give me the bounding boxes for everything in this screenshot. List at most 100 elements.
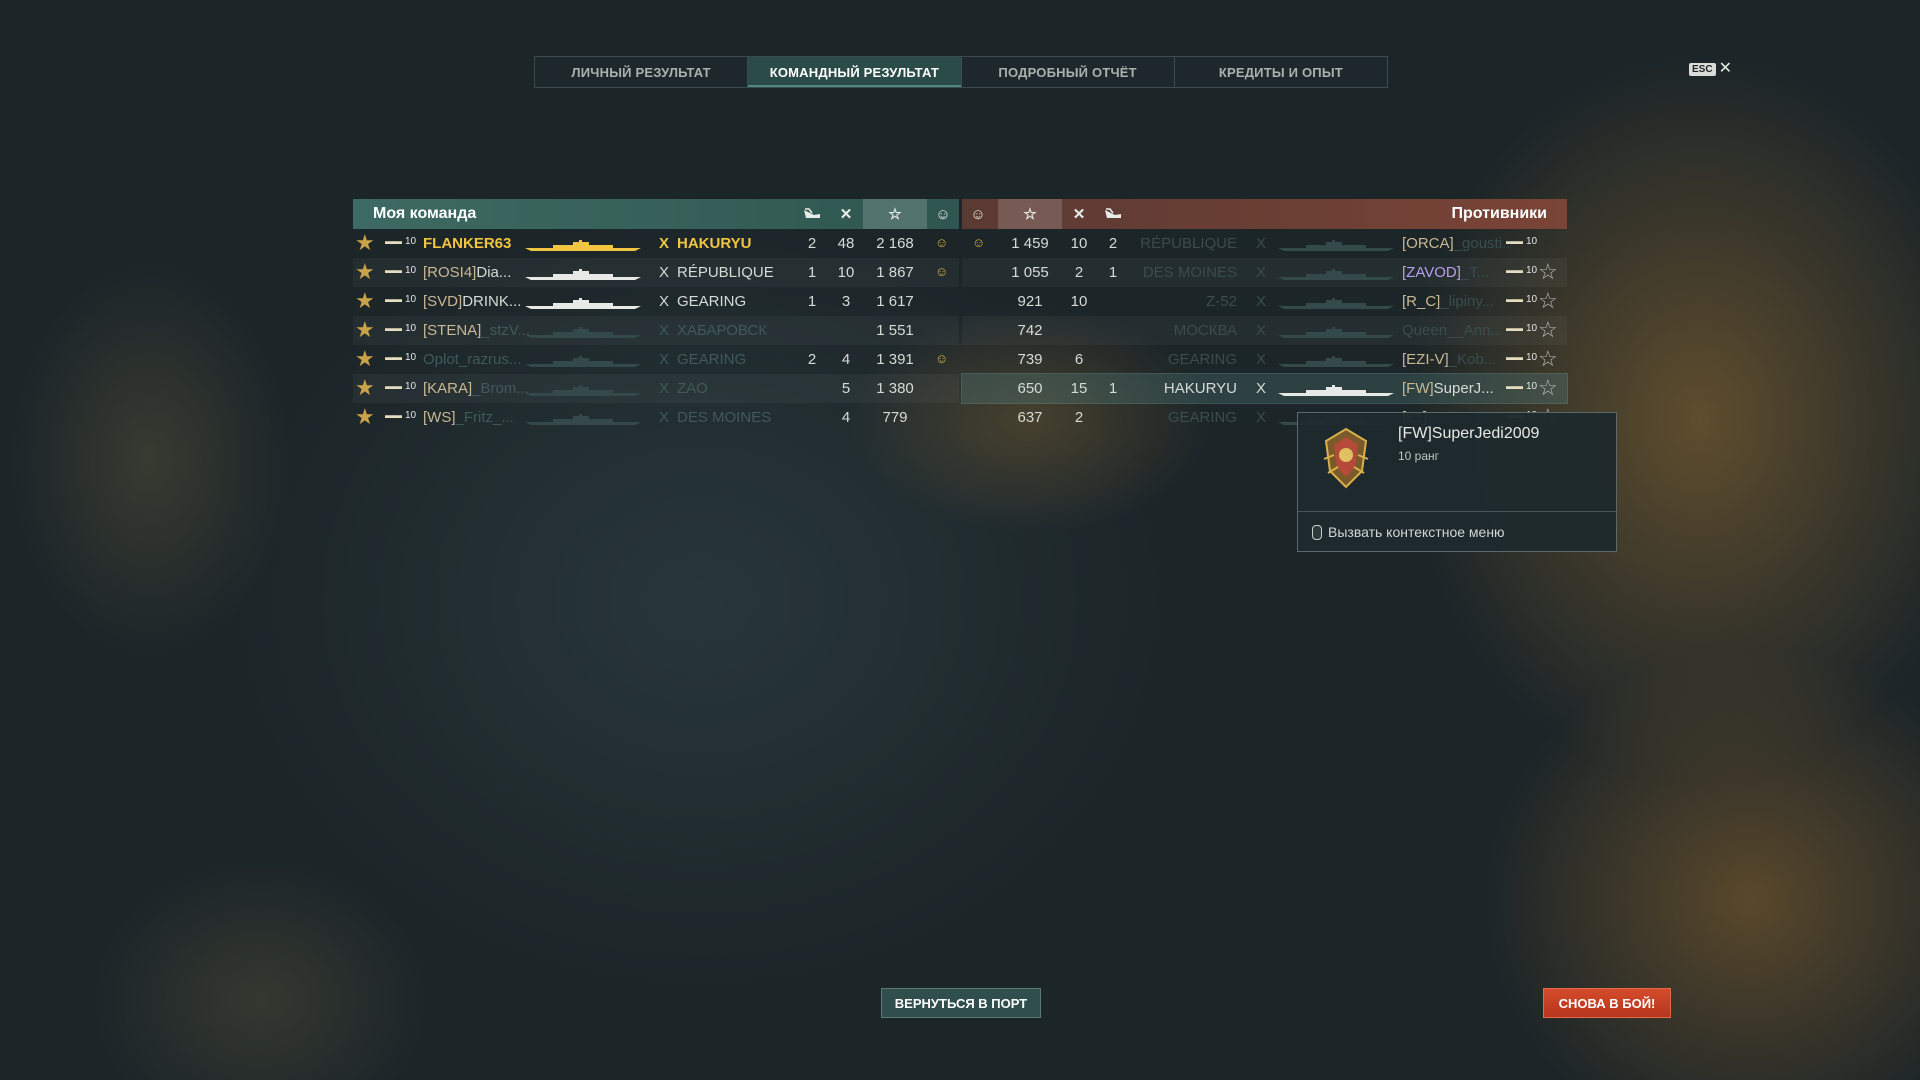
kills-value: 4 <box>841 409 851 426</box>
table-row[interactable]: ★ ▬▬ 10 [WS]_Fritz_... X DES MOINES 4 779 <box>353 403 959 432</box>
tier-badge: ▬▬10 <box>1506 294 1538 305</box>
ship-silhouette-icon <box>523 239 643 251</box>
ship-tier-x: X <box>1256 235 1267 252</box>
kills-value: 5 <box>841 380 851 397</box>
ship-tier-x: X <box>1256 293 1267 310</box>
table-row[interactable]: 1 055 2 1 DES MOINES X [ZAVOD]_T... ▬▬ 10 ☆ <box>962 258 1567 287</box>
ship-silhouette-icon <box>1276 268 1396 280</box>
table-row[interactable]: ☺ 1 459 10 2 RÉPUBLIQUE X [ORCA]_gousti... ▬▬ 10 <box>962 229 1567 258</box>
clan-tag: [FW] <box>1402 380 1434 397</box>
ship-silhouette-icon <box>1276 239 1396 251</box>
kills-icon[interactable]: ✕ <box>1062 199 1096 229</box>
kills-value: 10 <box>1070 235 1088 252</box>
ship-name: МОСКВА <box>1173 322 1237 339</box>
star-icon[interactable]: ☆ <box>998 199 1062 229</box>
player-nick: DRINK... <box>462 293 522 310</box>
player-name[interactable]: [KARA]_Brom... <box>423 380 529 397</box>
player-name[interactable]: [SVD]DRINK... <box>423 293 521 310</box>
rank-star-empty-icon: ☆ <box>1538 346 1558 371</box>
table-row[interactable]: 650 15 1 HAKURYU X [FW]SuperJ... ▬▬ 10 ☆ <box>961 373 1568 404</box>
tier-badge: ▬▬10 <box>385 381 417 392</box>
table-row[interactable]: ★ ▬▬ 10 [SVD]DRINK... X GEARING 1 3 1 617 <box>353 287 959 316</box>
table-row[interactable]: ★ ▬▬ 10 [STENA]_stzV... X ХАБАРОВСК 1 551 <box>353 316 959 345</box>
ship-silhouette-icon <box>1276 326 1396 338</box>
my-team-panel: Моя команда ✕ ☆ ☺ ★ ▬▬ 10 FLANKER63 X HAKURYU… <box>353 199 959 431</box>
player-name[interactable]: [ROSI4]Dia... <box>423 264 511 281</box>
kills-icon[interactable]: ✕ <box>829 199 863 229</box>
tier-badge: ▬▬10 <box>385 265 417 276</box>
close-button[interactable]: ESC ✕ <box>1689 61 1732 77</box>
table-row[interactable]: 739 6 GEARING X [EZI-V]_Kob... ▬▬ 10 ☆ <box>962 345 1567 374</box>
planes-shot-value: 1 <box>807 293 817 310</box>
planes-shot-value: 2 <box>1108 235 1118 252</box>
player-name[interactable]: [EZI-V]_Kob... <box>1402 351 1496 368</box>
clan-tag: [STENA] <box>423 322 482 339</box>
medal-icon: ☺ <box>935 235 949 250</box>
player-nick: SuperJ... <box>1433 380 1494 397</box>
tab-personal-result[interactable]: ЛИЧНЫЙ РЕЗУЛЬТАТ <box>535 57 749 87</box>
tooltip-hint: Вызвать контекстное меню <box>1312 524 1505 540</box>
player-name[interactable]: [ORCA]_gousti... <box>1402 235 1512 252</box>
ship-tier-x: X <box>1256 409 1267 426</box>
planes-shot-value: 1 <box>1108 380 1118 397</box>
battle-again-button[interactable]: СНОВА В БОЙ! <box>1543 988 1671 1018</box>
score-value: 1 055 <box>1011 264 1049 281</box>
tooltip-player-name: [FW]SuperJedi2009 <box>1398 425 1540 442</box>
kills-value: 2 <box>1074 264 1084 281</box>
tier-value: 10 <box>405 381 417 392</box>
player-nick: _Brom... <box>472 380 529 397</box>
rank-star-icon: ★ <box>355 375 375 400</box>
medal-icon[interactable]: ☺ <box>962 199 994 229</box>
table-row[interactable]: ★ ▬▬ 10 Oplot_razrus... X GEARING 2 4 1 391 ☺ <box>353 345 959 374</box>
tier-value: 10 <box>1526 352 1538 363</box>
tab-team-result[interactable]: КОМАНДНЫЙ РЕЗУЛЬТАТ <box>748 57 962 87</box>
clan-tag: [WS] <box>423 409 456 426</box>
clan-tag: [ORCA] <box>1402 235 1454 252</box>
score-value: 1 459 <box>1011 235 1049 252</box>
score-value: 1 617 <box>876 293 914 310</box>
planes-shot-icon[interactable] <box>1096 199 1130 229</box>
tier-value: 10 <box>1526 294 1538 305</box>
player-name[interactable]: [FW]SuperJ... <box>1402 380 1494 397</box>
table-row[interactable]: ★ ▬▬ 10 [KARA]_Brom... X ZAO 5 1 380 <box>353 374 959 403</box>
player-name[interactable]: Oplot_razrus... <box>423 351 521 368</box>
player-name[interactable]: Queen__Ann... <box>1402 322 1503 339</box>
medal-icon[interactable]: ☺ <box>927 199 959 229</box>
clan-tag: [SVD] <box>423 293 463 310</box>
ship-name: RÉPUBLIQUE <box>1140 235 1237 252</box>
score-value: 742 <box>1017 322 1043 339</box>
player-name[interactable]: [STENA]_stzV... <box>423 322 530 339</box>
ship-tier-x: X <box>1256 264 1267 281</box>
player-nick: _Kob... <box>1448 351 1497 368</box>
tier-value: 10 <box>1526 236 1538 247</box>
star-icon[interactable]: ☆ <box>863 199 927 229</box>
ship-silhouette-icon <box>1276 384 1396 396</box>
player-name[interactable]: FLANKER63 <box>423 235 511 252</box>
tier-value: 10 <box>1526 381 1538 392</box>
ship-silhouette-icon <box>523 413 643 425</box>
ship-silhouette-icon <box>523 326 643 338</box>
tier-badge: ▬▬10 <box>1506 381 1538 392</box>
ship-silhouette-icon <box>523 384 643 396</box>
player-name[interactable]: [ZAVOD]_T... <box>1402 264 1489 281</box>
tier-value: 10 <box>405 352 417 363</box>
return-to-port-button[interactable]: ВЕРНУТЬСЯ В ПОРТ <box>881 988 1041 1018</box>
player-nick: _Fritz_... <box>455 409 514 426</box>
table-row[interactable]: 742 МОСКВА X Queen__Ann... ▬▬ 10 ☆ <box>962 316 1567 345</box>
table-row[interactable]: ★ ▬▬ 10 [ROSI4]Dia... X RÉPUBLIQUE 1 10 1 867 ☺ <box>353 258 959 287</box>
score-value: 921 <box>1017 293 1043 310</box>
tooltip-hint-text: Вызвать контекстное меню <box>1328 524 1505 540</box>
tab-detailed-report[interactable]: ПОДРОБНЫЙ ОТЧЁТ <box>962 57 1175 87</box>
player-name[interactable]: [R_C]_lipiny... <box>1402 293 1494 310</box>
player-name[interactable]: [WS]_Fritz_... <box>423 409 514 426</box>
table-row[interactable]: 921 10 Z-52 X [R_C]_lipiny... ▬▬ 10 ☆ <box>962 287 1567 316</box>
ship-tier-x: X <box>659 235 670 252</box>
kills-value: 48 <box>837 235 855 252</box>
table-row[interactable]: ★ ▬▬ 10 FLANKER63 X HAKURYU 2 48 2 168 ☺ <box>353 229 959 258</box>
mouse-icon <box>1312 524 1322 540</box>
planes-shot-icon[interactable] <box>795 199 829 229</box>
score-value: 1 391 <box>876 351 914 368</box>
player-nick: Oplot_razrus... <box>423 351 522 368</box>
ship-name: GEARING <box>677 293 747 310</box>
tab-credits-xp[interactable]: КРЕДИТЫ И ОПЫТ <box>1175 57 1387 87</box>
